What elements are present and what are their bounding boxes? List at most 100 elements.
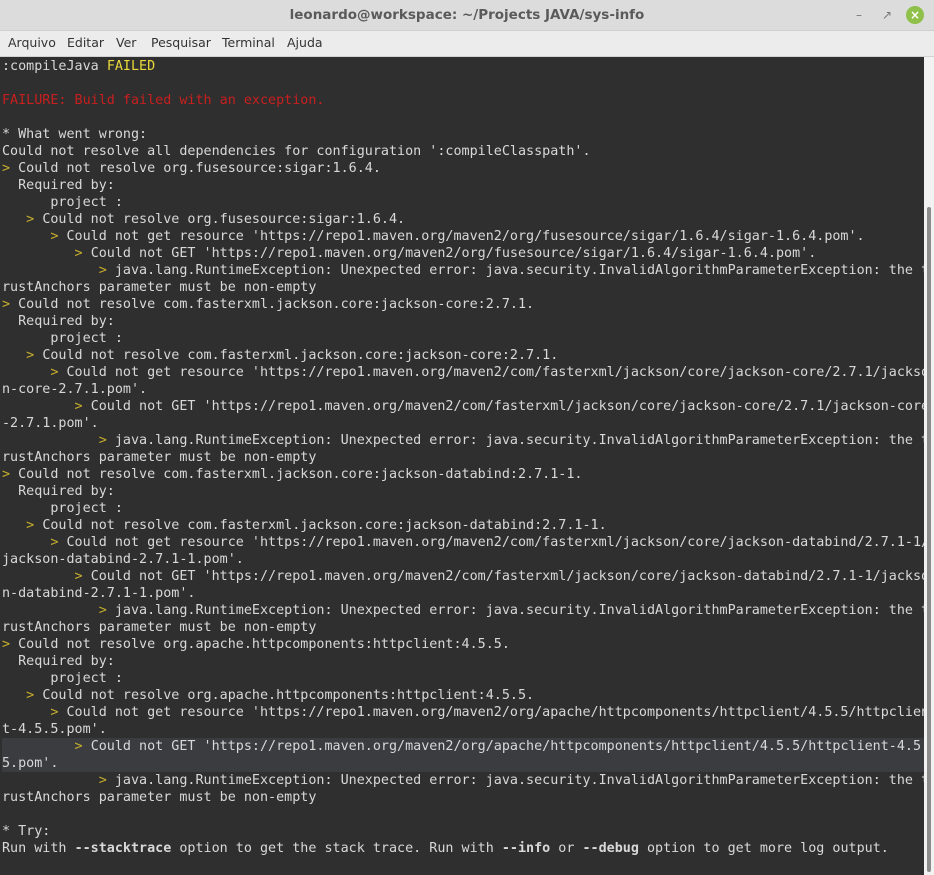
line-segment: >	[2, 297, 19, 312]
line-segment: --debug	[582, 841, 639, 856]
line-segment: project :	[2, 501, 123, 516]
line-segment: Could not resolve com.fasterxml.jackson.…	[42, 348, 559, 363]
line-segment: n-databind-2.7.1-1.pom'.	[2, 586, 196, 601]
line-segment: option to get more log output.	[638, 841, 889, 856]
menu-pesquisar[interactable]: Pesquisar	[151, 35, 211, 50]
line-segment: Could not GET 'https://repo1.maven.org/m…	[90, 399, 924, 414]
line-segment: Could not GET 'https://repo1.maven.org/m…	[90, 569, 924, 584]
terminal-line: > Could not get resource 'https://repo1.…	[2, 534, 924, 551]
terminal-line: Run with --stacktrace option to get the …	[2, 840, 924, 857]
line-segment: 5.pom'.	[2, 756, 59, 771]
line-segment: java.lang.RuntimeException: Unexpected e…	[114, 433, 924, 448]
terminal-line: 5.pom'.	[2, 755, 924, 772]
terminal-line: > Could not resolve com.fasterxml.jackso…	[2, 296, 924, 313]
terminal-line: n-databind-2.7.1-1.pom'.	[2, 585, 924, 602]
terminal-line: project :	[2, 194, 924, 211]
line-segment: project :	[2, 671, 123, 686]
line-segment: * What went wrong:	[2, 127, 148, 142]
scrollbar[interactable]	[924, 57, 934, 875]
line-segment: rustAnchors parameter must be non-empty	[2, 620, 317, 635]
line-segment: Could not resolve all dependencies for c…	[2, 144, 591, 159]
menu-bar: Arquivo Editar Ver Pesquisar Terminal Aj…	[0, 31, 934, 57]
terminal-line: > Could not resolve com.fasterxml.jackso…	[2, 466, 924, 483]
menu-terminal[interactable]: Terminal	[222, 35, 275, 50]
terminal-line: > Could not resolve org.fusesource:sigar…	[2, 160, 924, 177]
terminal-line: rustAnchors parameter must be non-empty	[2, 619, 924, 636]
terminal-line: Required by:	[2, 177, 924, 194]
line-segment: Could not resolve com.fasterxml.jackson.…	[42, 518, 607, 533]
line-segment: Could not get resource 'https://repo1.ma…	[66, 365, 925, 380]
terminal-line: project :	[2, 500, 924, 517]
line-segment: >	[2, 161, 19, 176]
line-segment: Could not resolve com.fasterxml.jackson.…	[18, 297, 535, 312]
line-segment: >	[2, 637, 19, 652]
window-title: leonardo@workspace: ~/Projects JAVA/sys-…	[289, 7, 645, 23]
terminal-line: rustAnchors parameter must be non-empty	[2, 279, 924, 296]
terminal-line: > Could not GET 'https://repo1.maven.org…	[2, 738, 924, 755]
menu-arquivo[interactable]: Arquivo	[8, 35, 56, 50]
line-segment: >	[2, 212, 43, 227]
terminal-line: > Could not get resource 'https://repo1.…	[2, 228, 924, 245]
menu-editar[interactable]: Editar	[67, 35, 104, 50]
maximize-icon[interactable]: ↗	[878, 6, 896, 24]
terminal-line: > Could not get resource 'https://repo1.…	[2, 704, 924, 721]
line-segment: Could not GET 'https://repo1.maven.org/m…	[90, 739, 924, 754]
line-segment: FAILURE: Build failed with an exception.	[2, 93, 325, 108]
terminal-line: FAILURE: Build failed with an exception.	[2, 92, 924, 109]
line-segment: java.lang.RuntimeException: Unexpected e…	[114, 603, 924, 618]
line-segment: >	[2, 535, 67, 550]
line-segment: Could not GET 'https://repo1.maven.org/m…	[90, 246, 817, 261]
line-segment: --stacktrace	[74, 841, 172, 856]
line-segment: -2.7.1.pom'.	[2, 416, 99, 431]
terminal-line: > java.lang.RuntimeException: Unexpected…	[2, 772, 924, 789]
terminal-line: Could not resolve all dependencies for c…	[2, 143, 924, 160]
line-segment: Could not resolve org.apache.httpcompone…	[18, 637, 510, 652]
terminal-line: * Try:	[2, 823, 924, 840]
scrollbar-thumb[interactable]	[927, 207, 931, 872]
line-segment: rustAnchors parameter must be non-empty	[2, 450, 317, 465]
line-segment: >	[2, 399, 91, 414]
terminal-line: > Could not resolve org.apache.httpcompo…	[2, 687, 924, 704]
menu-ajuda[interactable]: Ajuda	[287, 35, 323, 50]
line-segment: * Try:	[2, 824, 51, 839]
line-segment: Could not resolve org.fusesource:sigar:1…	[42, 212, 406, 227]
terminal-line: > Could not resolve com.fasterxml.jackso…	[2, 347, 924, 364]
title-bar: leonardo@workspace: ~/Projects JAVA/sys-…	[0, 0, 934, 31]
terminal-line: > Could not resolve org.fusesource:sigar…	[2, 211, 924, 228]
line-segment: >	[2, 246, 91, 261]
terminal-line: * What went wrong:	[2, 126, 924, 143]
line-segment: rustAnchors parameter must be non-empty	[2, 790, 317, 805]
line-segment: Could not resolve org.fusesource:sigar:1…	[18, 161, 381, 176]
close-icon[interactable]: ×	[906, 6, 924, 24]
line-segment: option to get the stack trace. Run with	[171, 841, 502, 856]
terminal-line: t-4.5.5.pom'.	[2, 721, 924, 738]
line-segment: >	[2, 518, 43, 533]
minimize-icon[interactable]: –	[850, 6, 868, 24]
terminal-output[interactable]: :compileJava FAILED FAILURE: Build failed…	[0, 57, 924, 875]
line-segment: Could not resolve org.apache.httpcompone…	[42, 688, 535, 703]
line-segment: >	[2, 739, 91, 754]
line-segment: Run with	[2, 841, 75, 856]
terminal-line: rustAnchors parameter must be non-empty	[2, 449, 924, 466]
terminal-line: n-core-2.7.1.pom'.	[2, 381, 924, 398]
line-segment: >	[2, 569, 91, 584]
line-segment: n-core-2.7.1.pom'.	[2, 382, 148, 397]
line-segment: jackson-databind-2.7.1-1.pom'.	[2, 552, 244, 567]
line-segment: rustAnchors parameter must be non-empty	[2, 280, 317, 295]
terminal-line: > Could not resolve com.fasterxml.jackso…	[2, 517, 924, 534]
terminal-line: > Could not GET 'https://repo1.maven.org…	[2, 398, 924, 415]
line-segment: >	[2, 688, 43, 703]
line-segment: >	[2, 467, 19, 482]
line-segment: >	[2, 263, 115, 278]
line-segment: java.lang.RuntimeException: Unexpected e…	[114, 773, 924, 788]
terminal-line: > Could not GET 'https://repo1.maven.org…	[2, 245, 924, 262]
terminal-line: jackson-databind-2.7.1-1.pom'.	[2, 551, 924, 568]
terminal-line: Required by:	[2, 653, 924, 670]
line-segment: t-4.5.5.pom'.	[2, 722, 107, 737]
line-segment: Required by:	[2, 654, 115, 669]
line-segment: Could not resolve com.fasterxml.jackson.…	[18, 467, 583, 482]
menu-ver[interactable]: Ver	[116, 35, 136, 50]
terminal-line: > Could not resolve org.apache.httpcompo…	[2, 636, 924, 653]
